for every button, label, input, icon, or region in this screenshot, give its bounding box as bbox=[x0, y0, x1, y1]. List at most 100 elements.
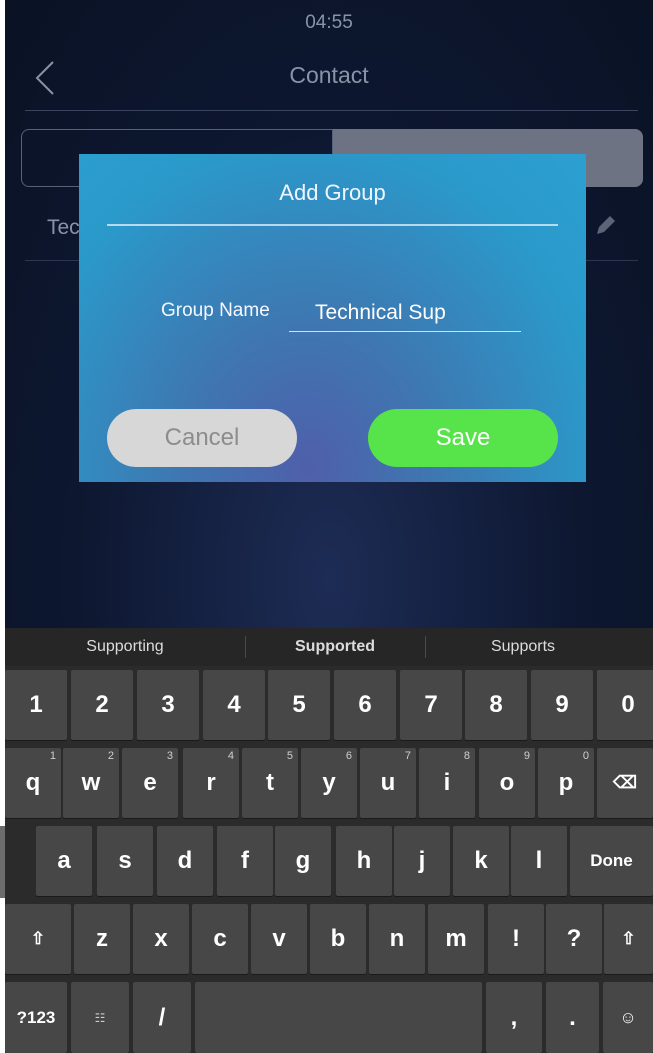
key-9-label: 9 bbox=[555, 691, 569, 718]
phone-screen: 04:55 Contact Tec Add Group Group Name C… bbox=[5, 0, 653, 1053]
key-period[interactable]: . bbox=[546, 982, 599, 1053]
key-7[interactable]: 7 bbox=[400, 670, 462, 740]
key-slash[interactable]: / bbox=[133, 982, 191, 1053]
key-question[interactable]: ? bbox=[546, 904, 602, 974]
key-d[interactable]: d bbox=[157, 826, 213, 896]
key-comma[interactable]: , bbox=[486, 982, 542, 1053]
key-r-label: r bbox=[206, 769, 216, 796]
key-z[interactable]: z bbox=[74, 904, 130, 974]
key-u[interactable]: u7 bbox=[360, 748, 416, 818]
emoji-key[interactable]: ☺ bbox=[603, 982, 653, 1053]
key-comma-label: , bbox=[510, 1003, 518, 1031]
key-hint: 7 bbox=[404, 750, 411, 762]
key-4-label: 4 bbox=[227, 691, 241, 718]
key-exclamation-label: ! bbox=[512, 925, 520, 952]
key-3[interactable]: 3 bbox=[137, 670, 199, 740]
shift-key-left[interactable]: ⇧ bbox=[5, 904, 71, 974]
key-i[interactable]: i8 bbox=[419, 748, 475, 818]
key-n-label: n bbox=[389, 925, 405, 952]
backspace-key[interactable]: ⌫ bbox=[597, 748, 653, 818]
shift-key-right[interactable]: ⇧ bbox=[604, 904, 653, 974]
key-y-label: y bbox=[322, 769, 336, 796]
key-n[interactable]: n bbox=[369, 904, 425, 974]
key-6[interactable]: 6 bbox=[334, 670, 396, 740]
key-f[interactable]: f bbox=[217, 826, 273, 896]
key-q-label: q bbox=[25, 769, 41, 796]
edit-icon[interactable] bbox=[593, 212, 619, 238]
key-9[interactable]: 9 bbox=[531, 670, 593, 740]
key-w[interactable]: w2 bbox=[63, 748, 119, 818]
key-h[interactable]: h bbox=[336, 826, 392, 896]
key-8-label: 8 bbox=[489, 691, 503, 718]
key-f-label: f bbox=[241, 847, 249, 874]
suggestion-2[interactable]: Supported bbox=[245, 628, 425, 666]
group-row-label: Tec bbox=[47, 216, 80, 239]
key-g-label: g bbox=[295, 847, 311, 874]
backspace-key-label: ⌫ bbox=[612, 773, 638, 792]
key-hint: 8 bbox=[463, 750, 470, 762]
suggestion-1[interactable]: Supporting bbox=[5, 628, 245, 666]
key-v[interactable]: v bbox=[251, 904, 307, 974]
key-hint: 6 bbox=[345, 750, 352, 762]
shift-key-left-label: ⇧ bbox=[30, 929, 46, 948]
key-q[interactable]: q1 bbox=[5, 748, 61, 818]
key-4[interactable]: 4 bbox=[203, 670, 265, 740]
key-y[interactable]: y6 bbox=[301, 748, 357, 818]
language-key-label: ☷ bbox=[94, 1010, 106, 1025]
key-l-label: l bbox=[535, 847, 543, 874]
key-o[interactable]: o9 bbox=[479, 748, 535, 818]
dialog-divider bbox=[107, 224, 558, 226]
edge-strip bbox=[0, 826, 5, 898]
key-r[interactable]: r4 bbox=[183, 748, 239, 818]
key-exclamation[interactable]: ! bbox=[488, 904, 544, 974]
key-5[interactable]: 5 bbox=[268, 670, 330, 740]
key-p[interactable]: p0 bbox=[538, 748, 594, 818]
symbols-key[interactable]: ?123 bbox=[5, 982, 67, 1053]
key-h-label: h bbox=[356, 847, 372, 874]
soft-keyboard: Supporting Supported Supports 1 2 3 4 5 6 7 8 9 0… bbox=[5, 628, 653, 1053]
key-p-label: p bbox=[558, 769, 574, 796]
key-j[interactable]: j bbox=[394, 826, 450, 896]
key-a-label: a bbox=[57, 847, 71, 874]
key-a[interactable]: a bbox=[36, 826, 92, 896]
key-g[interactable]: g bbox=[275, 826, 331, 896]
key-t[interactable]: t5 bbox=[242, 748, 298, 818]
key-b[interactable]: b bbox=[310, 904, 366, 974]
key-l[interactable]: l bbox=[511, 826, 567, 896]
language-key[interactable]: ☷ bbox=[71, 982, 129, 1053]
key-i-label: i bbox=[443, 769, 451, 796]
key-slash-label: / bbox=[158, 1003, 166, 1031]
key-6-label: 6 bbox=[358, 691, 372, 718]
key-u-label: u bbox=[380, 769, 396, 796]
key-c[interactable]: c bbox=[192, 904, 248, 974]
key-t-label: t bbox=[266, 769, 274, 796]
done-key[interactable]: Done bbox=[570, 826, 653, 896]
key-8[interactable]: 8 bbox=[465, 670, 527, 740]
key-x[interactable]: x bbox=[133, 904, 189, 974]
key-2[interactable]: 2 bbox=[71, 670, 133, 740]
key-m[interactable]: m bbox=[428, 904, 484, 974]
key-0[interactable]: 0 bbox=[597, 670, 653, 740]
page-title: Contact bbox=[289, 62, 369, 88]
space-bar[interactable] bbox=[195, 982, 482, 1053]
key-e-label: e bbox=[143, 769, 157, 796]
save-button[interactable]: Save bbox=[368, 409, 558, 467]
key-1[interactable]: 1 bbox=[5, 670, 67, 740]
key-hint: 0 bbox=[582, 750, 589, 762]
key-s[interactable]: s bbox=[97, 826, 153, 896]
dialog-title: Add Group bbox=[279, 180, 386, 205]
key-e[interactable]: e3 bbox=[122, 748, 178, 818]
suggestion-3[interactable]: Supports bbox=[425, 628, 621, 666]
key-0-label: 0 bbox=[621, 691, 635, 718]
key-c-label: c bbox=[213, 925, 227, 952]
top-bar: Contact bbox=[5, 48, 653, 108]
key-k[interactable]: k bbox=[453, 826, 509, 896]
header-divider bbox=[25, 110, 638, 111]
cancel-button[interactable]: Cancel bbox=[107, 409, 297, 467]
key-hint: 5 bbox=[286, 750, 293, 762]
done-key-label: Done bbox=[590, 851, 633, 870]
suggestion-bar: Supporting Supported Supports bbox=[5, 628, 653, 666]
key-7-label: 7 bbox=[424, 691, 438, 718]
key-5-label: 5 bbox=[292, 691, 306, 718]
group-name-input[interactable] bbox=[289, 294, 521, 332]
